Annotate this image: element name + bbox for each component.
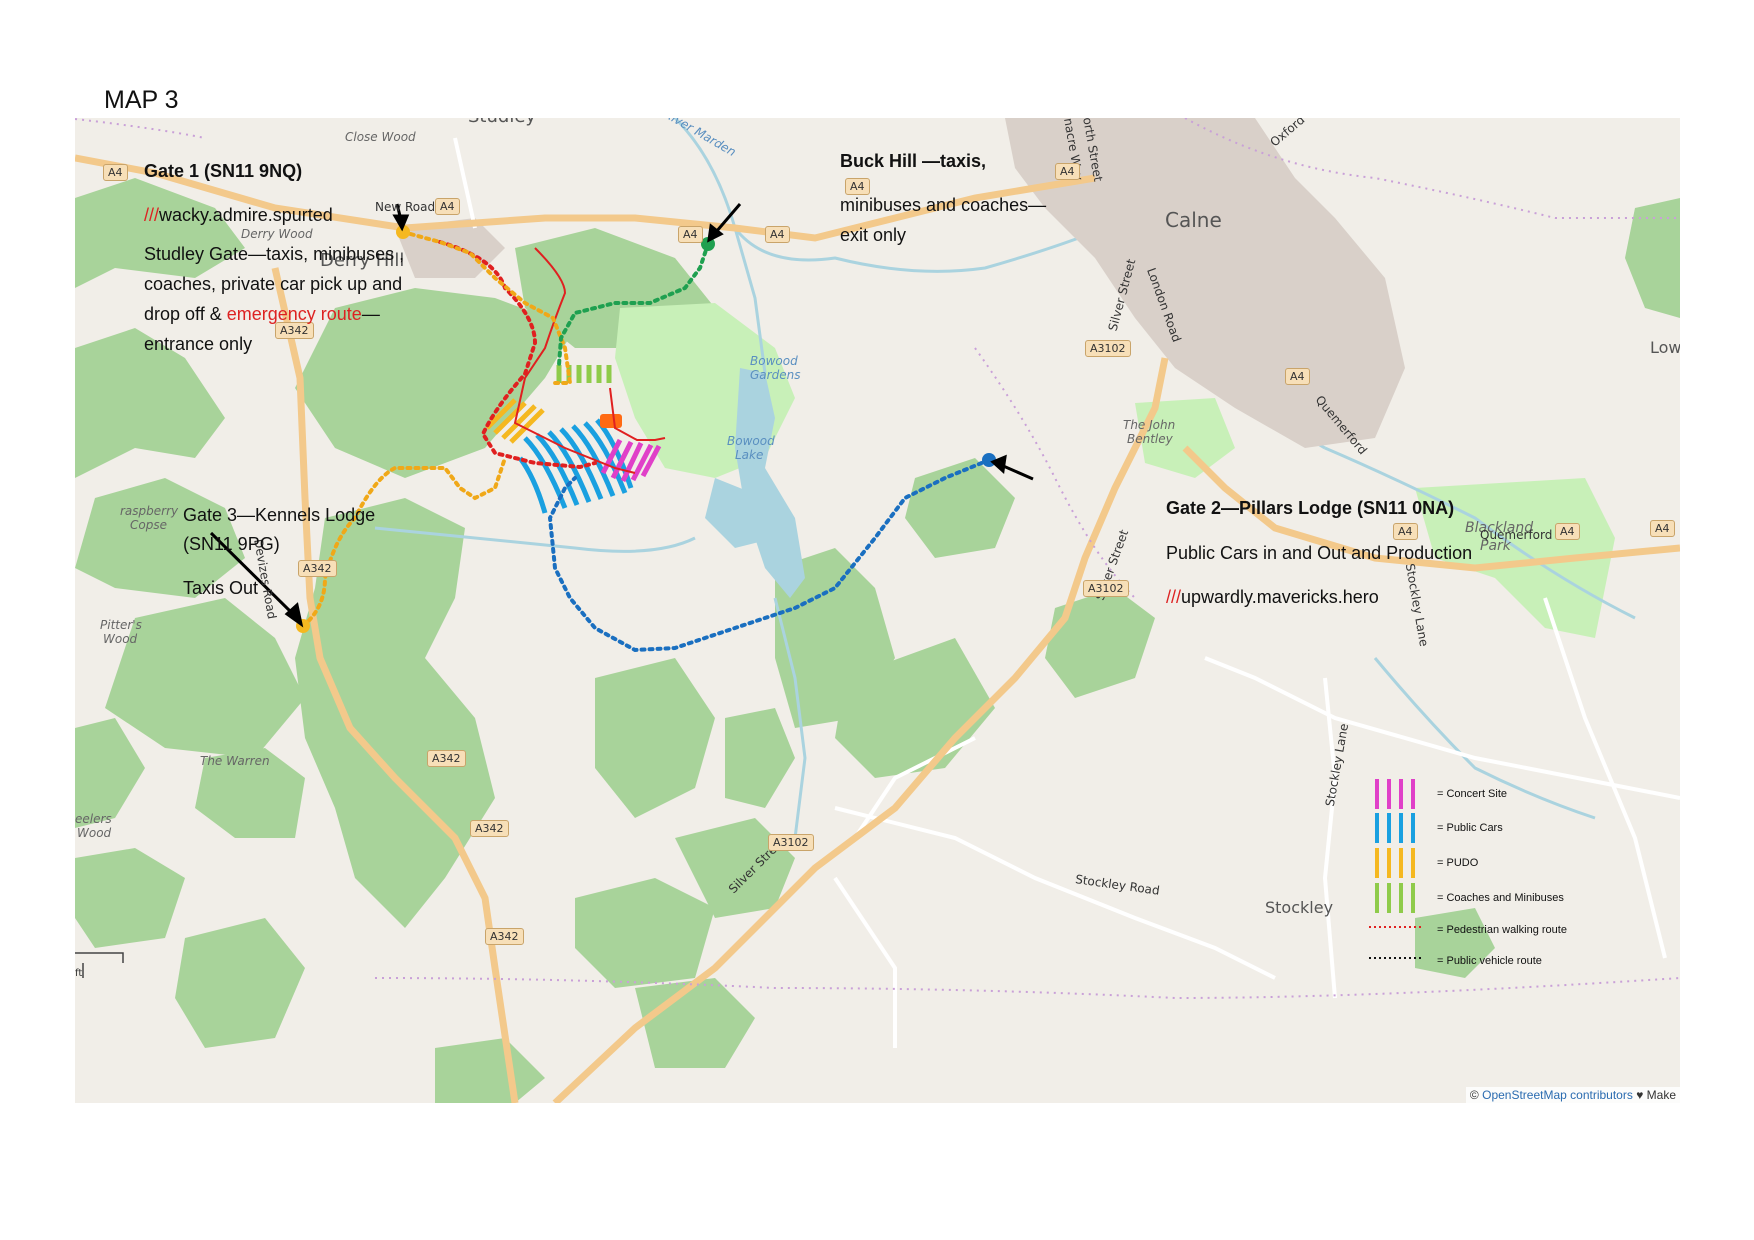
map-legend: = Concert Site = Public Cars = PUDO = Co… bbox=[1369, 778, 1669, 998]
gate1-emergency-route: emergency route bbox=[226, 304, 362, 324]
attribution-copy: © bbox=[1469, 1088, 1483, 1102]
label-bowood-gardens-1: Bowood bbox=[750, 354, 798, 368]
shield-a342-2: A342 bbox=[298, 560, 337, 577]
label-close-wood: Close Wood bbox=[345, 130, 416, 144]
shield-a4-2: A4 bbox=[435, 198, 460, 215]
label-studley: Studley bbox=[468, 118, 536, 127]
gate3-title-line1: Gate 3—Kennels Lodge bbox=[183, 505, 376, 525]
map-canvas[interactable]: Studley Calne Derry Hill Derry Wood Clos… bbox=[75, 118, 1680, 1103]
vehicle-route-swatch bbox=[1369, 957, 1424, 959]
gate1-w3w: ///wacky.admire.spurted bbox=[144, 200, 333, 230]
gate1-desc-line3b: — bbox=[361, 304, 380, 324]
legend-item-pudo: = PUDO bbox=[1369, 847, 1478, 879]
buck-hill-desc-line2: exit only bbox=[840, 225, 907, 245]
shield-a4-7: A4 bbox=[1285, 368, 1310, 385]
label-stockley: Stockley bbox=[1265, 898, 1334, 917]
gate3-desc: Taxis Out bbox=[183, 578, 259, 598]
gate1-w3w-prefix: /// bbox=[144, 205, 160, 225]
shield-a4-1: A4 bbox=[103, 164, 128, 181]
pedestrian-route-swatch bbox=[1369, 926, 1424, 928]
label-pitters-wood-2: Wood bbox=[103, 632, 138, 646]
shield-a3102-1: A3102 bbox=[1085, 340, 1131, 357]
shield-a3102-3: A3102 bbox=[768, 834, 814, 851]
label-peelers-wood-2: Wood bbox=[77, 826, 112, 840]
gate1-desc-line3: drop off & emergency route— bbox=[144, 299, 380, 329]
label-low: Low bbox=[1650, 338, 1680, 357]
shield-a3102-2: A3102 bbox=[1083, 580, 1129, 597]
legend-label-pudo: = PUDO bbox=[1437, 857, 1479, 869]
public-cars-swatch bbox=[1375, 813, 1415, 843]
legend-label-concert-site: = Concert Site bbox=[1437, 788, 1508, 800]
legend-item-concert-site: = Concert Site bbox=[1369, 778, 1507, 810]
production-block bbox=[600, 414, 622, 428]
label-new-road: New Road bbox=[375, 200, 436, 214]
label-john-bentley-2: Bentley bbox=[1127, 432, 1173, 446]
coaches-swatch bbox=[1375, 883, 1415, 913]
gate1-desc-line1: Studley Gate—taxis, minibuses , bbox=[144, 244, 405, 264]
shield-a4-10: A4 bbox=[1650, 520, 1675, 537]
gate2-w3w-text: upwardly.mavericks.hero bbox=[1181, 587, 1379, 607]
gate1-desc-line2: coaches, private car pick up and bbox=[144, 274, 403, 294]
label-bowood-lake-2: Lake bbox=[735, 448, 764, 462]
shield-a342-3: A342 bbox=[427, 750, 466, 767]
shield-a342-5: A342 bbox=[485, 928, 524, 945]
gate2-desc: Public Cars in and Out and Production bbox=[1166, 543, 1473, 563]
gate1-desc-line3a: drop off & bbox=[144, 304, 227, 324]
shield-a4-9: A4 bbox=[1555, 523, 1580, 540]
label-raspberry-copse-2: Copse bbox=[130, 518, 167, 532]
legend-label-vehicle-route: = Public vehicle route bbox=[1437, 955, 1542, 967]
label-calne: Calne bbox=[1165, 208, 1222, 232]
gate2-w3w: ///upwardly.mavericks.hero bbox=[1166, 582, 1379, 612]
legend-label-public-cars: = Public Cars bbox=[1437, 822, 1503, 834]
shield-a4-3: A4 bbox=[678, 226, 703, 243]
gate1-w3w-text: wacky.admire.spurted bbox=[159, 205, 333, 225]
legend-label-pedestrian-route: = Pedestrian walking route bbox=[1437, 924, 1567, 936]
gate2-title: Gate 2—Pillars Lodge (SN11 0NA) bbox=[1166, 498, 1455, 518]
legend-item-coaches: = Coaches and Minibuses bbox=[1369, 882, 1564, 914]
osm-contributors-link[interactable]: OpenStreetMap contributors bbox=[1482, 1088, 1633, 1102]
label-raspberry-copse-1: raspberry bbox=[120, 504, 179, 518]
page-title: MAP 3 bbox=[104, 86, 179, 114]
legend-item-public-cars: = Public Cars bbox=[1369, 812, 1503, 844]
gate1-desc-line4: entrance only bbox=[144, 334, 253, 354]
buck-hill-desc-line1: minibuses and coaches— bbox=[840, 195, 1047, 215]
label-pitters-wood-1: Pitter's bbox=[100, 618, 142, 632]
gate3-title-line2: (SN11 9PG) bbox=[183, 534, 280, 554]
buck-hill-title: Buck Hill —taxis, bbox=[840, 151, 987, 171]
gate2-marker[interactable] bbox=[982, 453, 996, 467]
attribution-tail[interactable]: ♥ Make bbox=[1633, 1088, 1676, 1102]
concert-site-swatch bbox=[1375, 779, 1415, 809]
label-quemerford-2: Quemerford bbox=[1480, 528, 1553, 542]
label-bowood-gardens-2: Gardens bbox=[750, 368, 801, 382]
map-attribution: © OpenStreetMap contributors ♥ Make bbox=[1465, 1087, 1680, 1103]
label-the-warren: The Warren bbox=[200, 754, 270, 768]
legend-item-pedestrian-route: = Pedestrian walking route bbox=[1369, 914, 1567, 946]
label-bowood-lake-1: Bowood bbox=[727, 434, 775, 448]
label-john-bentley-1: The John bbox=[1123, 418, 1176, 432]
pudo-swatch bbox=[1375, 848, 1415, 878]
legend-label-coaches: = Coaches and Minibuses bbox=[1437, 892, 1564, 904]
shield-a342-4: A342 bbox=[470, 820, 509, 837]
label-peelers-wood-1: eelers bbox=[75, 812, 112, 826]
gate2-w3w-prefix: /// bbox=[1166, 587, 1182, 607]
legend-item-vehicle-route: = Public vehicle route bbox=[1369, 945, 1542, 977]
gate1-title: Gate 1 (SN11 9NQ) bbox=[144, 161, 303, 181]
shield-a4-6: A4 bbox=[1055, 163, 1080, 180]
label-scale-ft: ft bbox=[75, 968, 83, 979]
shield-a4-4: A4 bbox=[765, 226, 790, 243]
